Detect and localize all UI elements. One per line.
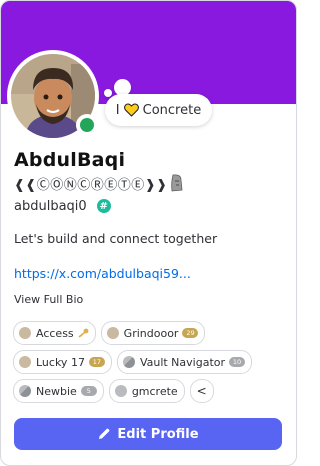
badge-chip-grindooor[interactable]: Grindooor 29 bbox=[100, 321, 206, 345]
gmcrete-badge-icon bbox=[114, 385, 127, 397]
grindooor-badge-icon bbox=[106, 327, 119, 339]
badge-chip-lucky-17[interactable]: Lucky 17 17 bbox=[13, 350, 112, 374]
newbie-badge-icon bbox=[19, 385, 31, 397]
yellow-heart-icon bbox=[123, 103, 139, 117]
access-badge-icon bbox=[19, 327, 31, 339]
username: abdulbaqi0 bbox=[14, 198, 87, 214]
collapse-badges-button[interactable]: < bbox=[189, 379, 214, 403]
custom-status[interactable]: I Concrete bbox=[105, 94, 212, 126]
pencil-icon bbox=[97, 427, 111, 441]
badge-list: Access Grindooor 29 Lucky 17 17 Vault Na… bbox=[13, 321, 289, 403]
status-bubble-dot-small bbox=[104, 89, 112, 97]
badge-label: Lucky 17 bbox=[36, 355, 85, 369]
key-icon bbox=[77, 328, 89, 338]
moai-icon bbox=[170, 174, 184, 192]
avatar[interactable] bbox=[7, 50, 99, 142]
badge-chip-gmcrete[interactable]: gmcrete bbox=[108, 379, 185, 403]
chevron-left-icon: < bbox=[196, 384, 207, 398]
badge-label: Vault Navigator bbox=[139, 355, 226, 369]
status-prefix: I bbox=[115, 102, 120, 118]
username-row: abdulbaqi0 # bbox=[14, 197, 111, 215]
badge-label: Access bbox=[36, 326, 74, 340]
hashtag-badge-icon[interactable]: # bbox=[96, 199, 111, 213]
badge-label: gmcrete bbox=[131, 384, 178, 398]
badge-label: Newbie bbox=[36, 384, 77, 398]
clan-tag[interactable]: ❰❰ⒸⓄⓃⒸⓇⒺⓉⒺ❱❱ bbox=[14, 173, 184, 193]
badge-chip-newbie[interactable]: Newbie 5 bbox=[13, 379, 104, 403]
display-name: AbdulBaqi bbox=[14, 149, 126, 171]
badge-level: 29 bbox=[182, 328, 199, 338]
badge-label: Grindooor bbox=[123, 326, 179, 340]
vault-badge-icon bbox=[122, 356, 135, 368]
profile-link[interactable]: https://x.com/abdulbaqi59... bbox=[14, 266, 191, 281]
online-status-indicator bbox=[76, 114, 98, 136]
badge-level: 10 bbox=[229, 357, 246, 367]
badge-chip-access[interactable]: Access bbox=[13, 321, 96, 345]
badge-chip-vault-navigator[interactable]: Vault Navigator 10 bbox=[116, 350, 253, 374]
view-full-bio-link[interactable]: View Full Bio bbox=[14, 293, 83, 306]
bio-text: Let's build and connect together bbox=[14, 231, 218, 246]
edit-profile-label: Edit Profile bbox=[117, 426, 199, 442]
profile-card: I Concrete AbdulBaqi ❰❰ⒸⓄⓃⒸⓇⒺⓉⒺ❱❱ abdulb… bbox=[0, 0, 297, 466]
lucky-badge-icon bbox=[19, 356, 31, 368]
clan-tag-text: ❰❰ⒸⓄⓃⒸⓇⒺⓉⒺ❱❱ bbox=[14, 177, 168, 193]
badge-level: 17 bbox=[88, 357, 105, 367]
status-text: Concrete bbox=[142, 102, 202, 118]
badge-level: 5 bbox=[80, 386, 97, 396]
edit-profile-button[interactable]: Edit Profile bbox=[14, 418, 282, 450]
